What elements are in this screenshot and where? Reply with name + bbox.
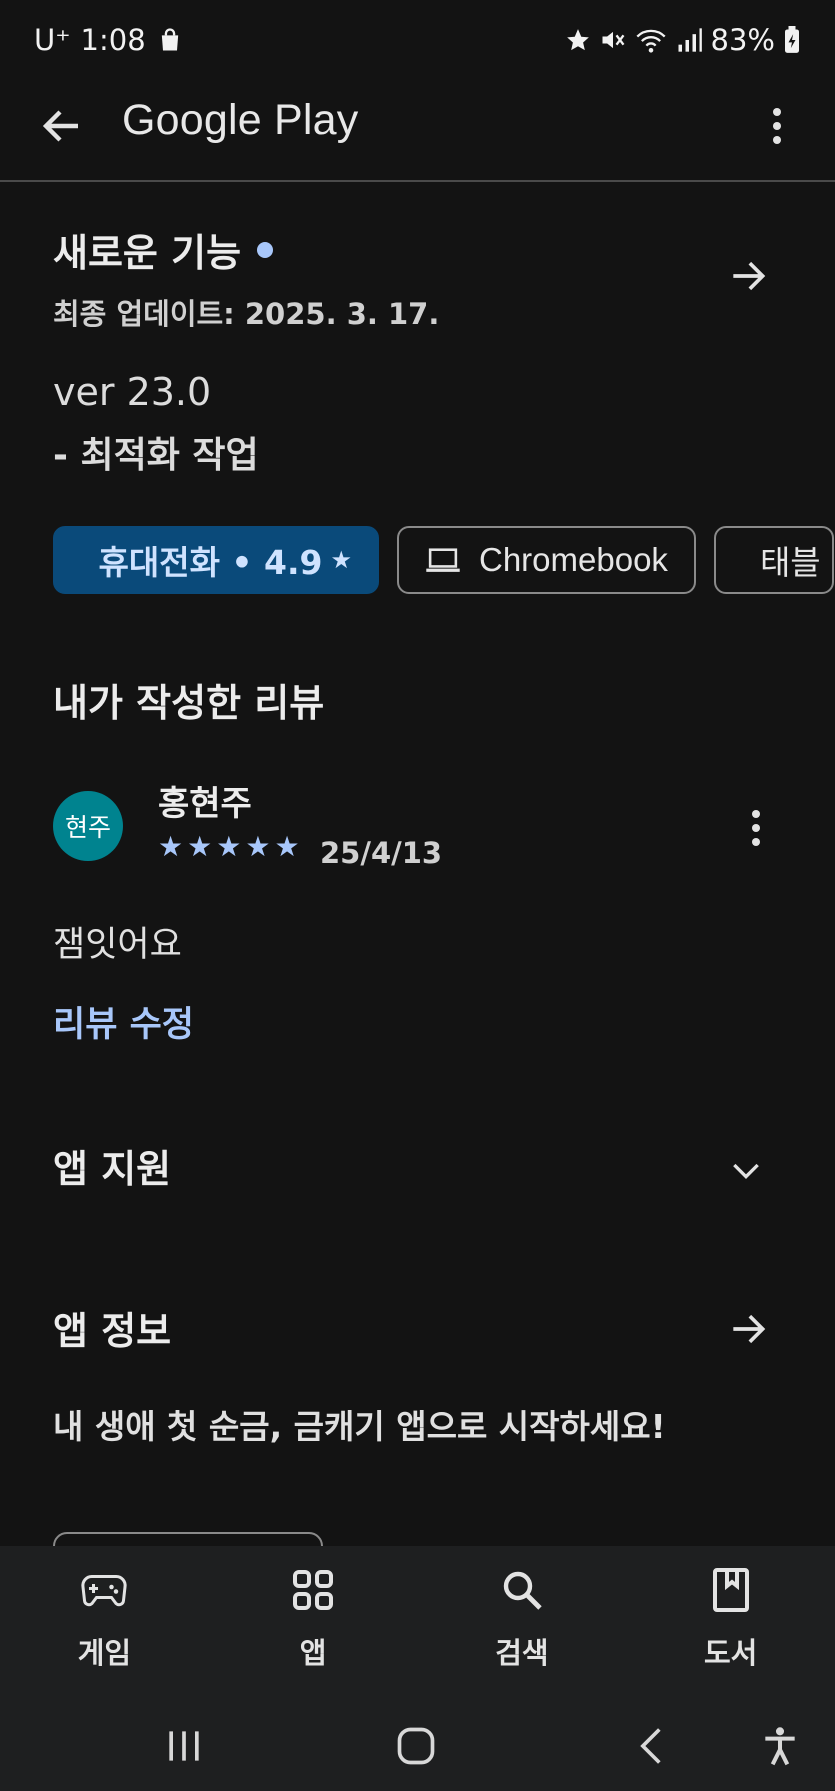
chevron-down-icon[interactable] xyxy=(726,1150,766,1190)
chip-tablet[interactable]: 태블 xyxy=(713,526,834,594)
gamepad-icon xyxy=(81,1574,127,1607)
header-divider xyxy=(0,180,835,182)
chip-chromebook-label: Chromebook xyxy=(479,541,668,578)
chip-phone[interactable]: 휴대전화 • 4.9 ★ xyxy=(53,526,379,594)
status-bar: U⁺ 1:08 83% xyxy=(0,0,835,80)
back-arrow-icon[interactable] xyxy=(38,102,86,150)
system-nav-bar xyxy=(0,1696,835,1791)
review-text: 잼잇어요 xyxy=(53,925,182,965)
nav-games-label: 게임 xyxy=(77,1636,132,1670)
battery-percent: 83% xyxy=(710,23,775,57)
whats-new-section[interactable]: 새로운 기능 최종 업데이트: 2025. 3. 17. xyxy=(53,222,783,333)
accessibility-icon[interactable] xyxy=(758,1724,802,1768)
edit-review-link[interactable]: 리뷰 수정 xyxy=(53,996,194,1047)
chip-chromebook[interactable]: Chromebook xyxy=(397,526,696,594)
my-review-title: 내가 작성한 리뷰 xyxy=(53,681,325,725)
nav-games[interactable]: 게임 xyxy=(24,1566,184,1672)
rating-stars: ★ ★ ★ ★ ★ xyxy=(158,832,300,862)
wifi-icon xyxy=(636,29,666,53)
review-date: 25/4/13 xyxy=(320,836,443,870)
star-icon: ★ xyxy=(187,830,213,863)
mute-icon xyxy=(602,31,624,49)
last-updated: 최종 업데이트: 2025. 3. 17. xyxy=(53,297,440,331)
status-right: 83% xyxy=(565,23,801,57)
arrow-right-icon[interactable] xyxy=(726,254,770,298)
nav-apps[interactable]: 앱 xyxy=(233,1566,393,1672)
nav-search[interactable]: 검색 xyxy=(442,1566,602,1672)
book-icon xyxy=(712,1568,749,1612)
status-left: U⁺ 1:08 xyxy=(34,23,184,57)
shopping-bag-icon xyxy=(161,28,178,51)
app-info-title[interactable]: 앱 정보 xyxy=(53,1300,171,1355)
laptop-icon xyxy=(426,548,460,572)
nav-apps-label: 앱 xyxy=(299,1636,327,1670)
arrow-right-icon[interactable] xyxy=(726,1307,770,1351)
avatar: 현주 xyxy=(53,791,123,861)
star-icon: ★ xyxy=(216,830,242,863)
reviewer-name: 홍현주 xyxy=(158,784,252,824)
signal-icon xyxy=(678,28,702,52)
page-title: Google Play xyxy=(122,96,359,144)
search-icon xyxy=(503,1571,542,1610)
whats-new-title: 새로운 기능 xyxy=(53,231,242,275)
home-icon[interactable] xyxy=(394,1724,438,1768)
nav-search-label: 검색 xyxy=(495,1636,549,1670)
apps-grid-icon xyxy=(293,1570,334,1610)
nav-books[interactable]: 도서 xyxy=(651,1566,811,1672)
app-bar: Google Play xyxy=(0,80,835,180)
star-icon: ★ xyxy=(245,830,271,863)
version-text: ver 23.0 xyxy=(53,370,212,414)
star-icon: ★ xyxy=(274,830,300,863)
chip-tablet-label: 태블 xyxy=(759,543,821,582)
recent-apps-icon[interactable] xyxy=(162,1724,206,1768)
more-options-icon[interactable] xyxy=(755,100,799,152)
version-note: - 최적화 작업 xyxy=(53,435,259,476)
nav-books-label: 도서 xyxy=(703,1636,758,1670)
check-icon xyxy=(80,559,81,561)
device-chips: 휴대전화 • 4.9 ★ Chromebook 태블 xyxy=(53,526,834,594)
new-indicator-dot xyxy=(257,241,274,258)
rating-star-icon: ★ xyxy=(330,546,352,574)
chip-phone-label: 휴대전화 • 4.9 xyxy=(98,543,323,582)
clock: 1:08 xyxy=(80,23,146,57)
review-more-icon[interactable] xyxy=(742,806,770,850)
carrier-label: U⁺ xyxy=(34,23,71,57)
star-icon: ★ xyxy=(158,830,184,863)
app-description: 내 생애 첫 순금, 금캐기 앱으로 시작하세요! xyxy=(53,1407,666,1446)
system-back-icon[interactable] xyxy=(630,1724,674,1768)
star-icon xyxy=(566,29,589,51)
whats-new-header: 새로운 기능 xyxy=(53,222,783,277)
bottom-nav: 게임 앱 검색 도서 xyxy=(0,1546,835,1696)
app-support-title[interactable]: 앱 지원 xyxy=(53,1138,171,1193)
battery-icon xyxy=(785,26,799,53)
